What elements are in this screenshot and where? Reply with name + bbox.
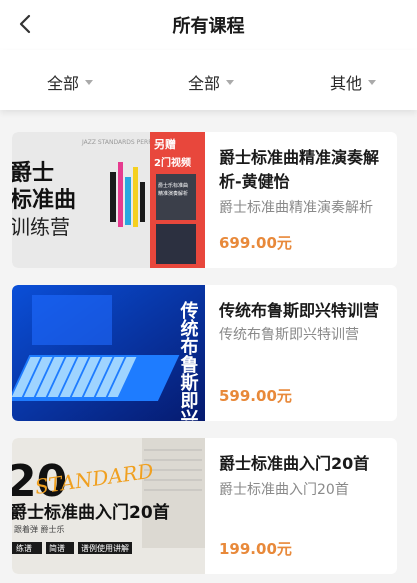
thumb-headline: 爵士 xyxy=(12,161,54,186)
caret-down-icon xyxy=(368,79,377,85)
filter-other-dropdown[interactable]: 其他 xyxy=(330,70,377,94)
course-title: 爵士标准曲入门20首 xyxy=(219,454,370,473)
thumb-vertical-text: 传统布鲁斯即兴 xyxy=(178,300,200,421)
filter-bar: 全部 全部 其他 xyxy=(0,50,417,110)
course-price: 599.00元 xyxy=(219,387,292,405)
thumb-headline: 爵士标准曲入门20首 xyxy=(12,502,170,523)
thumb-headline: 训练营 xyxy=(12,215,70,239)
thumb-tag: 简谱 xyxy=(49,543,65,553)
course-price: 199.00元 xyxy=(219,540,292,558)
course-thumbnail: 传统布鲁斯即兴 xyxy=(12,285,205,421)
course-thumbnail: 20 STANDARD 爵士标准曲入门20首 跟着弹 爵士乐 练谱 简谱 谱例使… xyxy=(12,438,205,574)
caret-down-icon xyxy=(226,79,235,85)
thumb-booklet-text: 爵士乐标准曲 xyxy=(158,182,188,189)
filter-label: 全部 xyxy=(188,74,221,93)
filter-label: 全部 xyxy=(47,74,80,93)
app-header: 所有课程 xyxy=(0,0,417,50)
filter-category-dropdown[interactable]: 全部 xyxy=(47,70,94,94)
thumb-headline: 标准曲 xyxy=(12,187,76,213)
thumb-tag: 练谱 xyxy=(16,543,32,553)
filter-label: 其他 xyxy=(330,74,363,93)
thumb-ribbon: 另赠 xyxy=(154,137,176,151)
thumb-ribbon: 2门视频 xyxy=(154,156,191,169)
course-title: 传统布鲁斯即兴特训营 xyxy=(219,301,380,320)
course-subtitle: 传统布鲁斯即兴特训营 xyxy=(219,327,359,343)
course-subtitle: 爵士标准曲精准演奏解析 xyxy=(219,200,373,216)
course-card[interactable]: 20 STANDARD 爵士标准曲入门20首 跟着弹 爵士乐 练谱 简谱 谱例使… xyxy=(12,438,397,574)
course-price: 699.00元 xyxy=(219,234,292,252)
thumb-caption: 跟着弹 爵士乐 xyxy=(14,524,65,534)
thumb-booklet-text: 精准演奏解析 xyxy=(158,190,188,197)
course-card[interactable]: JAZZ STANDARDS PERFORMANCE 另赠 2门视频 爵士乐标准… xyxy=(12,132,397,268)
course-title: 爵士标准曲精准演奏解析-黄健怡 xyxy=(219,148,380,191)
filter-level-dropdown[interactable]: 全部 xyxy=(188,70,235,94)
course-subtitle: 爵士标准曲入门20首 xyxy=(219,482,349,498)
page-title: 所有课程 xyxy=(172,16,245,37)
course-card[interactable]: 传统布鲁斯即兴 传统布鲁斯即兴特训营 传统布鲁斯即兴特训营 599.00元 xyxy=(12,285,397,421)
course-thumbnail: JAZZ STANDARDS PERFORMANCE 另赠 2门视频 爵士乐标准… xyxy=(12,132,205,268)
thumb-tag: 谱例使用讲解 xyxy=(81,543,129,553)
caret-down-icon xyxy=(85,79,94,85)
